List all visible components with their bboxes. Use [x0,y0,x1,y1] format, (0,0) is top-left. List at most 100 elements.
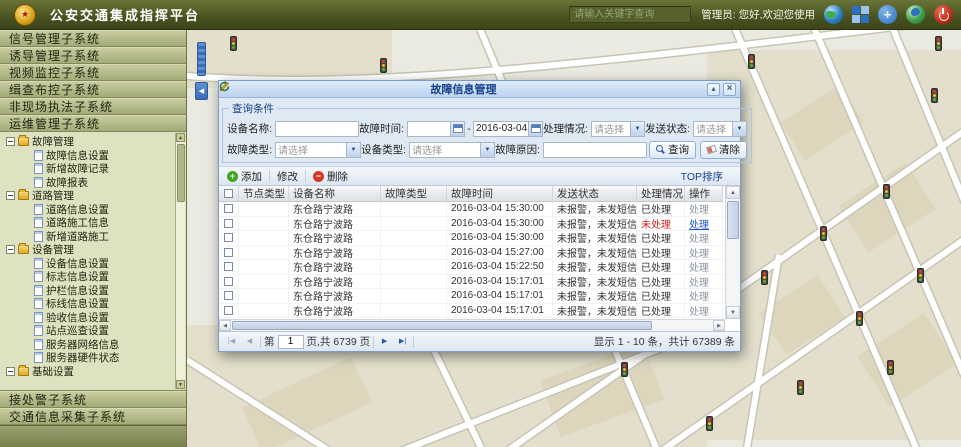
calendar-trigger[interactable] [528,122,542,136]
tree-node[interactable]: 标志信息设置 [0,270,186,284]
tree-node[interactable]: 服务器网络信息 [0,338,186,352]
table-row[interactable]: 东仓路宁波路 2016-03-04 15:22:50 未报警，未发短信 已处理 … [219,260,740,275]
fault-reason-input[interactable] [543,142,647,158]
traffic-signal-icon[interactable] [935,36,942,51]
row-checkbox[interactable] [224,233,233,242]
row-checkbox[interactable] [224,306,233,315]
column-header[interactable]: 发送状态 [553,186,637,202]
column-header[interactable]: 操作 [685,186,723,202]
sidebar-system-item[interactable]: 缉查布控子系统 [0,81,186,98]
prev-page-button[interactable]: ◀ [242,335,257,349]
map-globe-icon[interactable] [906,5,925,24]
traffic-signal-icon[interactable] [761,270,768,285]
row-checkbox[interactable] [224,291,233,300]
dropdown-arrow-icon[interactable]: ▼ [630,122,644,136]
clear-button[interactable]: 清除 [700,141,747,159]
traffic-signal-icon[interactable] [917,268,924,283]
window-titlebar[interactable]: 故障信息管理 ▴ × [219,81,740,98]
device-type-select[interactable]: 请选择 ▼ [409,142,495,158]
table-row[interactable]: 东仓路宁波路 2016-03-04 15:30:00 未报警，未发短信 未处理 … [219,217,740,232]
column-header[interactable]: 设备名称 [289,186,381,202]
dropdown-arrow-icon[interactable]: ▼ [480,143,494,157]
sidebar-system-item[interactable]: 信号管理子系统 [0,30,186,47]
row-action-link[interactable]: 处理 [685,202,723,216]
scroll-right-arrow-icon[interactable]: ▶ [713,320,725,331]
tree-node[interactable]: 护栏信息设置 [0,284,186,298]
table-row[interactable]: 东仓路宁波路 2016-03-04 15:30:00 未报警，未发短信 已处理 … [219,202,740,217]
dropdown-arrow-icon[interactable]: ▼ [732,122,746,136]
tree-node[interactable]: 站点巡查设置 [0,324,186,338]
column-header[interactable]: 故障时间 [447,186,553,202]
scroll-up-arrow-icon[interactable]: ▲ [726,186,740,199]
calendar-trigger[interactable] [450,122,464,136]
app-grid-icon[interactable] [852,6,869,23]
tree-node[interactable]: 道路管理 [0,189,186,203]
next-page-button[interactable]: ▶ [377,335,392,349]
row-checkbox[interactable] [224,204,233,213]
row-checkbox[interactable] [224,262,233,271]
fault-time-to-field[interactable]: 2016-03-04 [473,121,543,137]
column-header[interactable]: 故障类型 [381,186,447,202]
handle-status-select[interactable]: 请选择 ▼ [591,121,645,137]
sidebar-system-item[interactable]: 接处警子系统 [0,391,186,408]
sidebar-system-item[interactable]: 非现场执法子系统 [0,98,186,115]
fault-time-from-field[interactable] [407,121,465,137]
traffic-signal-icon[interactable] [748,54,755,69]
row-action-link[interactable]: 处理 [685,275,723,289]
tree-expander-icon[interactable] [6,191,15,200]
tree-node[interactable]: 故障报表 [0,176,186,190]
table-row[interactable]: 东仓路宁波路 2016-03-04 15:30:00 未报警，未发短信 已处理 … [219,231,740,246]
device-name-input[interactable] [275,121,359,137]
column-header[interactable]: 节点类型 [239,186,289,202]
edit-button[interactable]: 修改 [274,168,301,185]
global-search-input[interactable] [569,6,691,23]
last-page-button[interactable]: ▶| [395,335,410,349]
traffic-signal-icon[interactable] [931,88,938,103]
first-page-button[interactable]: |◀ [224,335,239,349]
tree-node[interactable]: 新增道路施工 [0,230,186,244]
tree-node[interactable]: 服务器硬件状态 [0,351,186,365]
row-action-link[interactable]: 处理 [685,217,723,231]
tree-node[interactable]: 设备管理 [0,243,186,257]
sidebar-system-item[interactable]: 交通信息采集子系统 [0,408,186,425]
row-checkbox[interactable] [224,248,233,257]
table-row[interactable]: 东仓路宁波路 2016-03-04 15:17:01 未报警，未发短信 已处理 … [219,289,740,304]
tree-node[interactable]: 设备信息设置 [0,257,186,271]
globe-icon[interactable] [824,5,843,24]
traffic-signal-icon[interactable] [797,380,804,395]
page-number-input[interactable] [278,335,304,349]
tree-scrollbar[interactable]: ▲ ▼ [175,133,185,389]
search-button[interactable]: 查询 [649,141,696,159]
tree-scrollbar-thumb[interactable] [177,144,185,202]
tree-node[interactable]: 道路信息设置 [0,203,186,217]
column-header[interactable]: 处理情况 [637,186,685,202]
row-checkbox[interactable] [224,277,233,286]
sidebar-system-item[interactable]: 运维管理子系统 [0,115,186,132]
traffic-signal-icon[interactable] [883,184,890,199]
scroll-down-arrow-icon[interactable]: ▼ [726,306,740,319]
scroll-left-arrow-icon[interactable]: ◀ [219,320,231,331]
traffic-signal-icon[interactable] [706,416,713,431]
scroll-up-arrow-icon[interactable]: ▲ [176,133,185,142]
tree-expander-icon[interactable] [6,245,15,254]
tree-expander-icon[interactable] [6,367,15,376]
row-action-link[interactable]: 处理 [685,260,723,274]
tree-node[interactable]: 基础设置 [0,365,186,379]
add-circle-icon[interactable] [878,5,897,24]
add-button[interactable]: 添加 [224,168,265,185]
traffic-signal-icon[interactable] [621,362,628,377]
delete-button[interactable]: 删除 [310,168,351,185]
table-row[interactable]: 东仓路宁波路 2016-03-04 15:27:00 未报警，未发短信 已处理 … [219,246,740,261]
table-row[interactable]: 东仓路宁波路 2016-03-04 15:17:01 未报警，未发短信 已处理 … [219,304,740,319]
traffic-signal-icon[interactable] [820,226,827,241]
send-status-select[interactable]: 请选择 ▼ [693,121,747,137]
tree-node[interactable]: 故障信息设置 [0,149,186,163]
collapse-tool-icon[interactable]: ▴ [707,83,720,96]
tree-node[interactable]: 验收信息设置 [0,311,186,325]
traffic-signal-icon[interactable] [856,311,863,326]
traffic-signal-icon[interactable] [230,36,237,51]
table-row[interactable]: 东仓路宁波路 2016-03-04 15:17:01 未报警，未发短信 已处理 … [219,275,740,290]
vertical-scrollbar-thumb[interactable] [727,201,739,239]
power-logout-icon[interactable] [934,5,953,24]
horizontal-scrollbar-thumb[interactable] [232,321,652,330]
